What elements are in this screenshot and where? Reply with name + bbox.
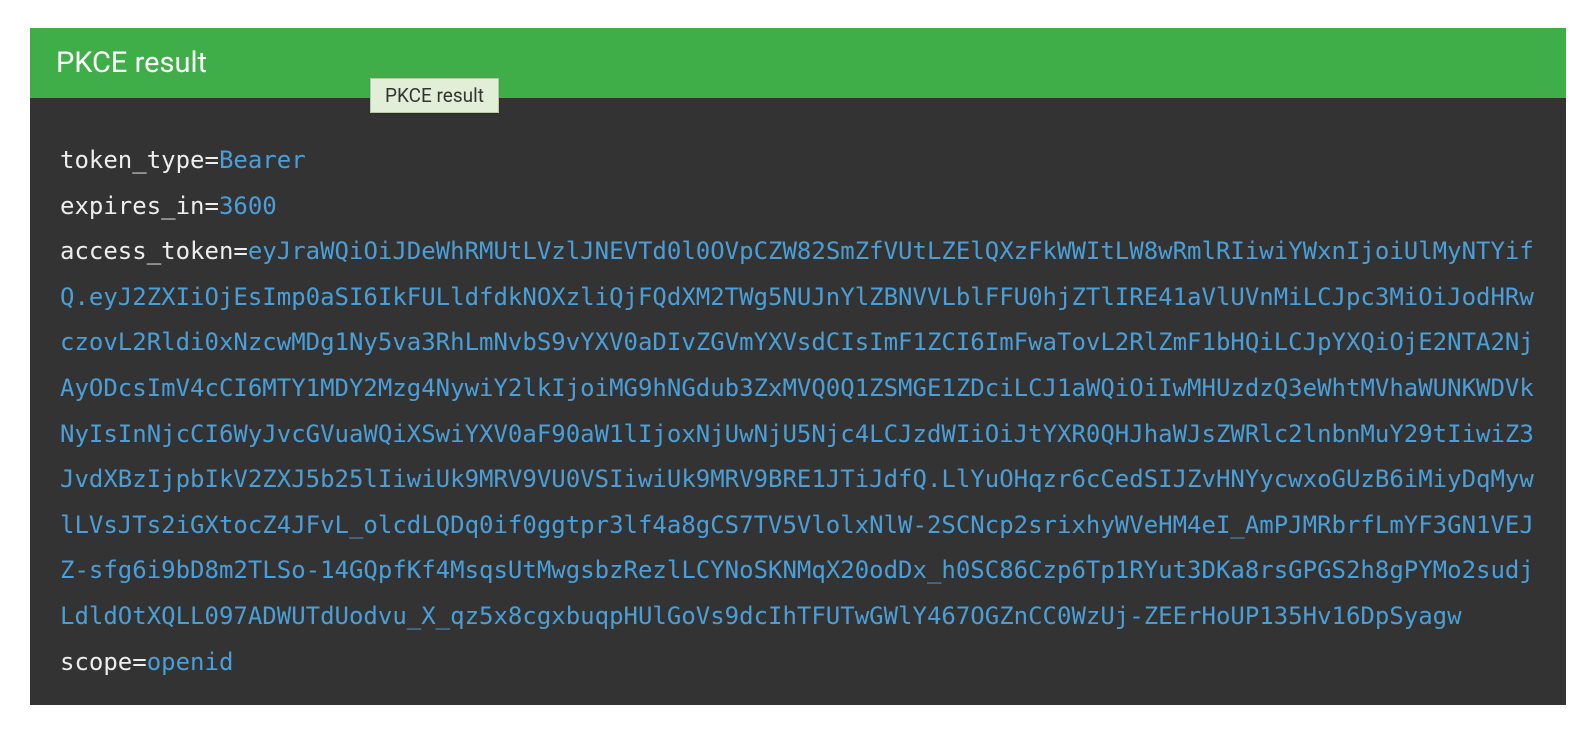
equals-sign: = (132, 648, 146, 676)
result-value: 3600 (219, 192, 277, 220)
result-row-access-token: access_token=eyJraWQiOiJDeWhRMUtLVzlJNEV… (60, 229, 1536, 639)
tooltip: PKCE result (370, 78, 499, 113)
result-key: token_type (60, 146, 205, 174)
result-key: access_token (60, 237, 233, 265)
result-value: openid (147, 648, 234, 676)
panel-body: token_type=Bearer expires_in=3600 access… (30, 98, 1566, 705)
result-row-expires-in: expires_in=3600 (60, 184, 1536, 230)
equals-sign: = (233, 237, 247, 265)
result-key: expires_in (60, 192, 205, 220)
equals-sign: = (205, 146, 219, 174)
result-key: scope (60, 648, 132, 676)
equals-sign: = (205, 192, 219, 220)
result-row-token-type: token_type=Bearer (60, 138, 1536, 184)
result-row-scope: scope=openid (60, 640, 1536, 686)
pkce-result-panel: PKCE result PKCE result token_type=Beare… (30, 28, 1566, 705)
panel-header: PKCE result PKCE result (30, 28, 1566, 98)
result-value: Bearer (219, 146, 306, 174)
result-value: eyJraWQiOiJDeWhRMUtLVzlJNEVTd0l0OVpCZW82… (60, 237, 1534, 630)
panel-title: PKCE result (56, 46, 207, 80)
